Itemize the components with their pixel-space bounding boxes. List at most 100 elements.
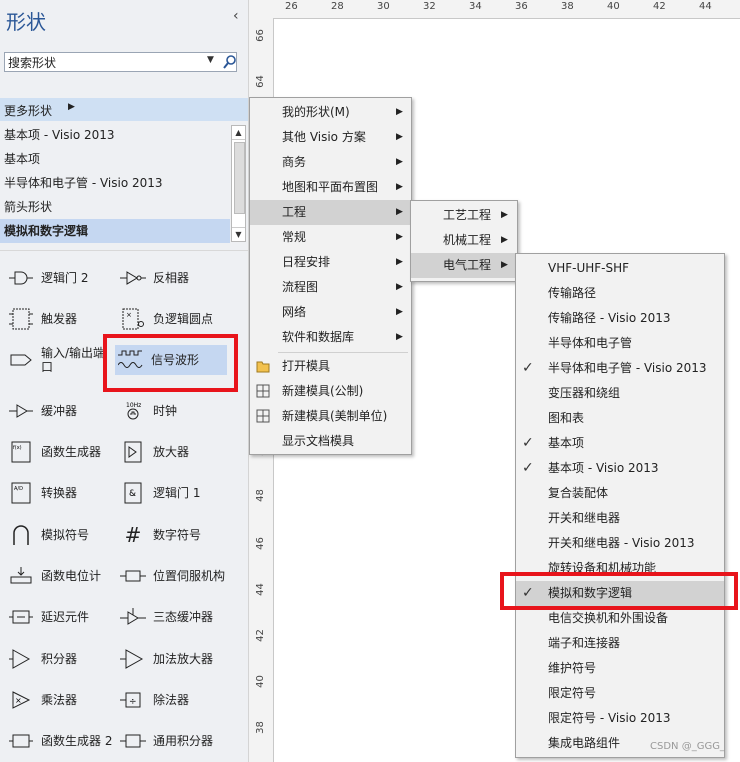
ruler-tick: 42: [653, 1, 666, 12]
shape-clock[interactable]: 10Hz 时钟: [120, 396, 177, 426]
menu-item-stencil[interactable]: VHF-UHF-SHF: [516, 256, 724, 281]
grid-icon: [256, 384, 270, 398]
shape-label: 负逻辑圆点: [153, 312, 214, 326]
menu-item-maps[interactable]: 地图和平面布置图 ▶: [250, 175, 411, 200]
menu-item-label: 传输路径 - Visio 2013: [548, 311, 671, 325]
chevron-right-icon: ▶: [68, 102, 75, 112]
stencil-item[interactable]: 半导体和电子管 - Visio 2013: [0, 171, 230, 195]
shape-label: 位置伺服机构: [153, 569, 226, 583]
shape-general-integrator[interactable]: 通用积分器: [120, 726, 213, 756]
shape-io-port[interactable]: 输入/输出端 口: [8, 345, 105, 375]
shape-amplifier[interactable]: 放大器: [120, 437, 189, 467]
watermark: CSDN @_GGG_: [650, 741, 725, 752]
menu-item-stencil[interactable]: 开关和继电器 - Visio 2013: [516, 531, 724, 556]
menu-item-stencil[interactable]: 半导体和电子管: [516, 331, 724, 356]
ruler-tick: 42: [254, 629, 266, 642]
menu-item-stencil[interactable]: ✓ 半导体和电子管 - Visio 2013: [516, 356, 724, 381]
menu-item-stencil[interactable]: 传输路径 - Visio 2013: [516, 306, 724, 331]
menu-item-business[interactable]: 商务 ▶: [250, 150, 411, 175]
menu-item-label: 电气工程: [443, 258, 492, 272]
menu-item-flowchart[interactable]: 流程图 ▶: [250, 275, 411, 300]
menu-item-stencil[interactable]: 限定符号: [516, 681, 724, 706]
menu-item-stencil[interactable]: 限定符号 - Visio 2013: [516, 706, 724, 731]
menu-item-my-shapes[interactable]: 我的形状(M) ▶: [250, 100, 411, 125]
shape-logic-gate-1[interactable]: & 逻辑门 1: [120, 478, 200, 508]
menu-item-stencil[interactable]: 维护符号: [516, 656, 724, 681]
scroll-down-icon[interactable]: ▼: [232, 227, 245, 241]
menu-item-label: 开关和继电器: [548, 511, 621, 525]
menu-item-label: VHF-UHF-SHF: [548, 261, 630, 275]
shape-analog-symbol[interactable]: 模拟符号: [8, 520, 89, 550]
stencil-item-selected[interactable]: 模拟和数字逻辑: [0, 219, 230, 243]
shape-function-generator-2[interactable]: 函数生成器 2: [8, 726, 112, 756]
menu-item-software[interactable]: 软件和数据库 ▶: [250, 325, 411, 350]
menu-item-stencil[interactable]: 复合装配体: [516, 481, 724, 506]
stencil-item[interactable]: 基本项: [0, 147, 230, 171]
menu-item-stencil[interactable]: 开关和继电器: [516, 506, 724, 531]
amplifier-icon: [120, 441, 146, 463]
menu-item-stencil[interactable]: ✓ 基本项 - Visio 2013: [516, 456, 724, 481]
shape-divider[interactable]: ÷ 除法器: [120, 685, 189, 715]
menu-item-network[interactable]: 网络 ▶: [250, 300, 411, 325]
menu-item-mechanical-engineering[interactable]: 机械工程 ▶: [411, 228, 517, 253]
shape-inverter[interactable]: 反相器: [120, 263, 189, 293]
menu-item-schedule[interactable]: 日程安排 ▶: [250, 250, 411, 275]
menu-item-stencil[interactable]: 传输路径: [516, 281, 724, 306]
menu-item-label: 我的形状(M): [282, 105, 350, 119]
shape-buffer[interactable]: 缓冲器: [8, 396, 77, 426]
shape-tristate-buffer[interactable]: 三态缓冲器: [120, 602, 213, 632]
shape-digital-symbol[interactable]: # 数字符号: [120, 520, 201, 550]
menu-item-stencil[interactable]: ✓ 基本项: [516, 431, 724, 456]
search-box[interactable]: ▼: [4, 52, 237, 72]
menu-item-new-stencil-metric[interactable]: 新建模具(公制): [250, 379, 411, 404]
shape-label: 除法器: [153, 693, 190, 707]
menu-item-engineering[interactable]: 工程 ▶: [250, 200, 411, 225]
collapse-pane-button[interactable]: ‹: [233, 8, 239, 24]
menu-item-electrical-engineering[interactable]: 电气工程 ▶: [411, 253, 517, 278]
checkmark-icon: ✓: [522, 435, 534, 451]
scroll-thumb[interactable]: [234, 142, 245, 214]
search-input[interactable]: [5, 53, 201, 71]
menu-item-stencil[interactable]: 变压器和绕组: [516, 381, 724, 406]
shape-integrator[interactable]: 积分器: [8, 644, 77, 674]
shape-logic-gate-2[interactable]: 逻辑门 2: [8, 263, 88, 293]
menu-item-label: 工程: [282, 205, 307, 219]
search-icon[interactable]: [222, 54, 238, 70]
menu-item-general[interactable]: 常规 ▶: [250, 225, 411, 250]
shape-label: 加法放大器: [153, 652, 214, 666]
svg-text:f(x): f(x): [13, 445, 22, 451]
menu-item-label: 半导体和电子管 - Visio 2013: [548, 361, 707, 375]
shape-negation-dot[interactable]: × 负逻辑圆点: [120, 304, 213, 334]
shape-multiplier[interactable]: × 乘法器: [8, 685, 77, 715]
function-generator-icon: f(x): [8, 441, 34, 463]
stencil-item[interactable]: 箭头形状: [0, 195, 230, 219]
more-shapes-item[interactable]: 更多形状 ▶: [0, 98, 248, 121]
chevron-right-icon: ▶: [501, 210, 508, 220]
menu-item-stencil[interactable]: 图和表: [516, 406, 724, 431]
shape-function-generator[interactable]: f(x) 函数生成器: [8, 437, 101, 467]
engineering-submenu: 工艺工程 ▶ 机械工程 ▶ 电气工程 ▶: [410, 200, 518, 282]
ruler-tick: 28: [331, 1, 344, 12]
shape-converter[interactable]: A/D 转换器: [8, 478, 77, 508]
menu-item-other-visio[interactable]: 其他 Visio 方案 ▶: [250, 125, 411, 150]
chevron-right-icon: ▶: [396, 332, 403, 342]
shape-function-potentiometer[interactable]: 函数电位计: [8, 561, 101, 591]
menu-item-stencil[interactable]: 端子和连接器: [516, 631, 724, 656]
menu-item-label: 工艺工程: [443, 208, 492, 222]
general-integrator-icon: [120, 730, 146, 752]
shape-flip-flop[interactable]: 触发器: [8, 304, 77, 334]
menu-item-new-stencil-us[interactable]: 新建模具(美制单位): [250, 404, 411, 429]
shape-label: 通用积分器: [153, 734, 214, 748]
menu-item-open-stencil[interactable]: 打开模具: [250, 354, 411, 379]
scroll-up-icon[interactable]: ▲: [232, 126, 245, 140]
stencil-item[interactable]: 基本项 - Visio 2013: [0, 123, 230, 147]
menu-item-show-document-stencil[interactable]: 显示文档模具: [250, 429, 411, 454]
menu-item-process-engineering[interactable]: 工艺工程 ▶: [411, 203, 517, 228]
shape-summing-amplifier[interactable]: 加法放大器: [120, 644, 213, 674]
electrical-engineering-submenu: VHF-UHF-SHF 传输路径 传输路径 - Visio 2013 半导体和电子管 ✓…: [515, 253, 725, 758]
shape-position-servo[interactable]: 位置伺服机构: [120, 561, 225, 591]
search-dropdown-icon[interactable]: ▼: [207, 55, 214, 65]
shape-delay-element[interactable]: 延迟元件: [8, 602, 89, 632]
pane-title: 形状: [6, 10, 46, 34]
stencil-list-scrollbar[interactable]: ▲ ▼: [231, 125, 246, 242]
